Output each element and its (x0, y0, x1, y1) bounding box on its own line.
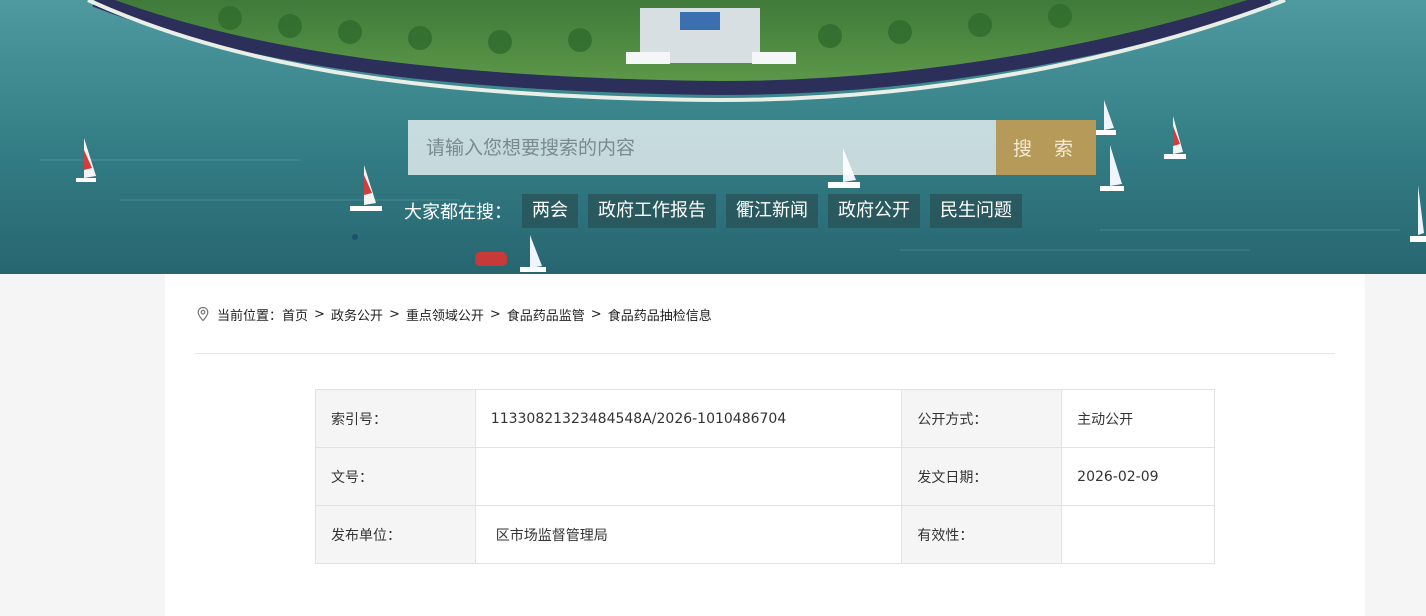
doc-no-value (474, 447, 903, 506)
breadcrumb-key-areas[interactable]: 重点领域公开 (406, 305, 484, 324)
hot-tag-gov-disclosure[interactable]: 政府公开 (828, 194, 920, 228)
divider (195, 353, 1335, 354)
breadcrumb: 当前位置： 首页 > 政务公开 > 重点领域公开 > 食品药品监管 > 食品药品… (195, 304, 712, 324)
document-meta-table: 索引号： 11330821323484548A/2026-1010486704 … (315, 389, 1215, 564)
table-row: 索引号： 11330821323484548A/2026-1010486704 … (315, 389, 1215, 448)
disclosure-value: 主动公开 (1061, 389, 1215, 448)
breadcrumb-gov-affairs[interactable]: 政务公开 (331, 305, 383, 324)
date-label: 发文日期： (901, 447, 1063, 506)
doc-no-label: 文号： (315, 447, 476, 506)
breadcrumb-home[interactable]: 首页 (282, 305, 308, 324)
publisher-value: 区市场监督管理局 (474, 505, 903, 564)
breadcrumb-prefix: 当前位置： (217, 308, 283, 324)
index-label: 索引号： (315, 389, 476, 448)
hot-tag-lianghui[interactable]: 两会 (522, 194, 578, 228)
breadcrumb-inspection-info[interactable]: 食品药品抽检信息 (608, 305, 712, 324)
search-input[interactable] (408, 120, 996, 175)
disclosure-label: 公开方式： (901, 389, 1063, 448)
hot-search-row: 大家都在搜： 两会 政府工作报告 衢江新闻 政府公开 民生问题 (404, 194, 1032, 228)
header-banner: 搜 索 大家都在搜： 两会 政府工作报告 衢江新闻 政府公开 民生问题 (0, 0, 1426, 274)
validity-label: 有效性： (901, 505, 1063, 564)
hot-tag-gov-work-report[interactable]: 政府工作报告 (588, 194, 716, 228)
validity-value (1061, 505, 1215, 564)
hot-tag-livelihood[interactable]: 民生问题 (930, 194, 1022, 228)
location-pin-icon (195, 306, 211, 322)
content-card: 当前位置： 首页 > 政务公开 > 重点领域公开 > 食品药品监管 > 食品药品… (165, 274, 1365, 616)
date-value: 2026-02-09 (1061, 447, 1215, 506)
breadcrumb-separator: > (388, 306, 400, 322)
index-value: 11330821323484548A/2026-1010486704 (474, 389, 903, 448)
table-row: 发布单位： 区市场监督管理局 有效性： (315, 505, 1215, 564)
breadcrumb-separator: > (489, 306, 501, 322)
breadcrumb-separator: > (590, 306, 602, 322)
search-button[interactable]: 搜 索 (996, 120, 1096, 175)
search-box: 搜 索 (408, 120, 1096, 175)
table-row: 文号： 发文日期： 2026-02-09 (315, 447, 1215, 506)
hot-tag-qujiang-news[interactable]: 衢江新闻 (726, 194, 818, 228)
breadcrumb-separator: > (314, 306, 325, 322)
publisher-label: 发布单位： (315, 505, 476, 564)
breadcrumb-food-drug[interactable]: 食品药品监管 (507, 305, 585, 324)
hot-search-label: 大家都在搜： (404, 202, 512, 223)
